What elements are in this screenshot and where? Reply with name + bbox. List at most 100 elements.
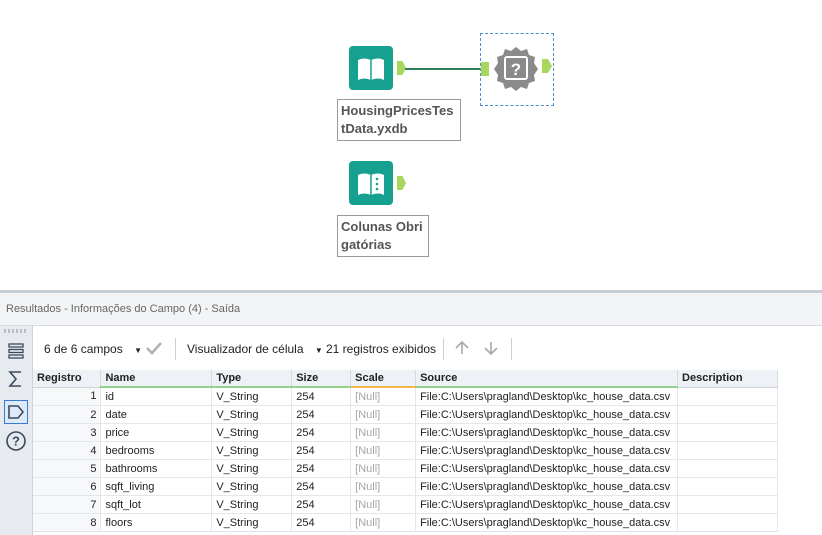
table-cell[interactable]: sqft_living	[100, 477, 213, 496]
table-row[interactable]: 8 floors V_String 254 [Null] File:C:\Users\pr…	[33, 513, 778, 532]
table-cell[interactable]: V_String	[211, 495, 293, 514]
browse-question-icon: ?	[494, 47, 538, 91]
table-row[interactable]: 5 bathrooms V_String 254 [Null] File:C:\Users…	[33, 459, 778, 478]
table-cell[interactable]: [Null]	[350, 405, 417, 424]
table-cell[interactable]: [Null]	[350, 441, 417, 460]
table-cell[interactable]: price	[100, 423, 213, 442]
help-icon[interactable]: ?	[5, 430, 27, 452]
cell-viewer-selector[interactable]: Visualizador de célula ▼	[187, 342, 323, 356]
table-cell[interactable]: [Null]	[350, 459, 417, 478]
table-cell[interactable]	[677, 423, 778, 442]
table-cell[interactable]: 254	[291, 477, 352, 496]
column-header[interactable]: Source	[415, 370, 679, 388]
table-cell[interactable]: 254	[291, 441, 352, 460]
sigma-icon[interactable]	[5, 368, 27, 390]
table-cell[interactable]: 7	[33, 495, 102, 514]
table-cell[interactable]: [Null]	[350, 495, 417, 514]
input-tool-label: HousingPricesTestData.yxdb	[337, 99, 461, 141]
table-cell[interactable]: File:C:\Users\pragland\Desktop\kc_house_…	[415, 495, 679, 514]
table-cell[interactable]: 254	[291, 405, 352, 424]
table-cell[interactable]: File:C:\Users\pragland\Desktop\kc_house_…	[415, 423, 679, 442]
table-cell[interactable]: 254	[291, 495, 352, 514]
table-cell[interactable]: File:C:\Users\pragland\Desktop\kc_house_…	[415, 387, 679, 406]
column-header[interactable]: Size	[291, 370, 352, 388]
table-cell[interactable]: File:C:\Users\pragland\Desktop\kc_house_…	[415, 513, 679, 532]
table-cell[interactable]: V_String	[211, 441, 293, 460]
column-header[interactable]: Name	[100, 370, 213, 388]
column-header[interactable]: Registro	[33, 370, 102, 388]
table-header-row: Registro Name Type Size Scale Source Des…	[33, 370, 778, 388]
table-cell[interactable]: [Null]	[350, 477, 417, 496]
text-input-tool-label: Colunas Obrigatórias	[337, 215, 429, 257]
svg-text:?: ?	[12, 434, 20, 449]
table-cell[interactable]: File:C:\Users\pragland\Desktop\kc_house_…	[415, 477, 679, 496]
table-cell[interactable]: floors	[100, 513, 213, 532]
table-cell[interactable]	[677, 441, 778, 460]
table-cell[interactable]: 254	[291, 513, 352, 532]
text-input-output-anchor[interactable]	[397, 176, 406, 190]
table-cell[interactable]: id	[100, 387, 213, 406]
table-row[interactable]: 4 bedrooms V_String 254 [Null] File:C:\Users\…	[33, 441, 778, 460]
table-row[interactable]: 7 sqft_lot V_String 254 [Null] File:C:\Users\…	[33, 495, 778, 514]
table-cell[interactable]: 8	[33, 513, 102, 532]
table-cell[interactable]	[677, 495, 778, 514]
column-header[interactable]: Type	[211, 370, 293, 388]
table-row[interactable]: 2 date V_String 254 [Null] File:C:\Users\prag…	[33, 405, 778, 424]
table-cell[interactable]	[677, 477, 778, 496]
table-cell[interactable]: 4	[33, 441, 102, 460]
table-row[interactable]: 1 id V_String 254 [Null] File:C:\Users\pragla…	[33, 387, 778, 406]
table-cell[interactable]	[677, 513, 778, 532]
table-cell[interactable]: bathrooms	[100, 459, 213, 478]
table-cell[interactable]: 5	[33, 459, 102, 478]
table-cell[interactable]: V_String	[211, 423, 293, 442]
workflow-canvas[interactable]: HousingPricesTestData.yxdb ? Colunas Obr…	[0, 0, 822, 290]
field-info-table: Registro Name Type Size Scale Source Des…	[33, 370, 778, 532]
browse-output-anchor[interactable]	[542, 59, 552, 73]
table-cell[interactable]	[677, 405, 778, 424]
table-cell[interactable]: [Null]	[350, 423, 417, 442]
results-side-rail: ?	[0, 326, 33, 535]
arrow-up-icon[interactable]	[453, 339, 471, 360]
apply-check-icon[interactable]	[145, 339, 163, 360]
arrow-down-icon[interactable]	[482, 339, 500, 360]
table-row[interactable]: 6 sqft_living V_String 254 [Null] File:C:\Use…	[33, 477, 778, 496]
table-cell[interactable]: bedrooms	[100, 441, 213, 460]
table-cell[interactable]: V_String	[211, 459, 293, 478]
table-cell[interactable]: V_String	[211, 387, 293, 406]
table-cell[interactable]	[677, 459, 778, 478]
table-cell[interactable]: 254	[291, 387, 352, 406]
chevron-down-icon: ▼	[314, 346, 323, 355]
table-cell[interactable]: File:C:\Users\pragland\Desktop\kc_house_…	[415, 441, 679, 460]
input-data-tool[interactable]	[349, 46, 409, 96]
column-header[interactable]: Scale	[350, 370, 417, 388]
table-cell[interactable]: sqft_lot	[100, 495, 213, 514]
table-cell[interactable]: [Null]	[350, 513, 417, 532]
fields-label: 6 de 6 campos	[44, 342, 123, 356]
table-cell[interactable]: File:C:\Users\pragland\Desktop\kc_house_…	[415, 405, 679, 424]
book-input-icon	[349, 46, 393, 90]
table-view-icon[interactable]	[5, 340, 27, 362]
metadata-tag-icon[interactable]	[4, 400, 28, 424]
text-input-tool[interactable]	[349, 161, 409, 211]
table-cell[interactable]: 254	[291, 459, 352, 478]
table-cell[interactable]: 3	[33, 423, 102, 442]
table-cell[interactable]: V_String	[211, 477, 293, 496]
table-cell[interactable]: date	[100, 405, 213, 424]
connection-line[interactable]	[405, 68, 483, 70]
fields-selector[interactable]: 6 de 6 campos ▼	[44, 342, 142, 356]
table-cell[interactable]: V_String	[211, 405, 293, 424]
table-cell[interactable]	[677, 387, 778, 406]
input-anchor[interactable]	[481, 62, 489, 76]
table-cell[interactable]: 254	[291, 423, 352, 442]
chevron-down-icon: ▼	[134, 346, 142, 355]
browse-tool-selection[interactable]: ?	[480, 33, 554, 106]
column-header[interactable]: Description	[677, 370, 778, 388]
table-cell[interactable]: 2	[33, 405, 102, 424]
table-row[interactable]: 3 price V_String 254 [Null] File:C:\Users\pra…	[33, 423, 778, 442]
table-cell[interactable]: File:C:\Users\pragland\Desktop\kc_house_…	[415, 459, 679, 478]
table-cell[interactable]: V_String	[211, 513, 293, 532]
table-cell[interactable]: 1	[33, 387, 102, 406]
table-cell[interactable]: [Null]	[350, 387, 417, 406]
table-cell[interactable]: 6	[33, 477, 102, 496]
grip-handle[interactable]	[4, 329, 28, 333]
